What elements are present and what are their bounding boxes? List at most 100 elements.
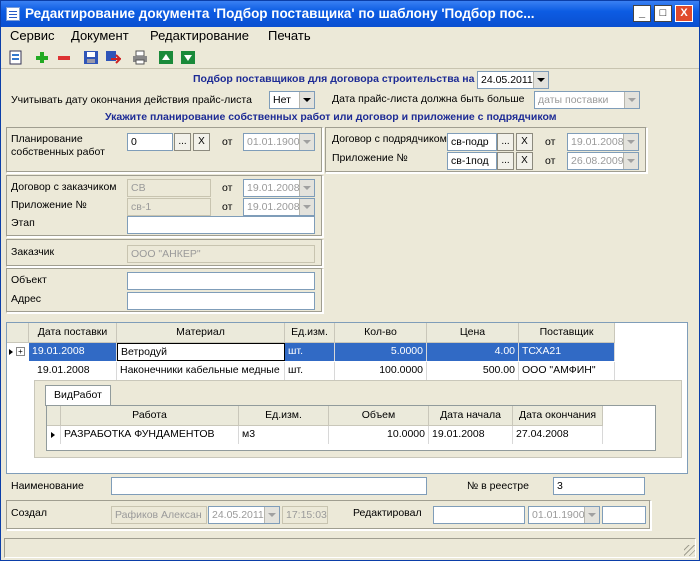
remove-icon[interactable] bbox=[56, 50, 72, 65]
stage-label: Этап bbox=[11, 217, 35, 229]
pricelist-date-select[interactable]: даты поставки bbox=[534, 91, 640, 109]
subgrid-header-work[interactable]: Работа bbox=[61, 406, 239, 426]
work-types-grid: Работа Ед.изм. Объем Дата начала Дата ок… bbox=[46, 405, 656, 451]
planning-browse-button[interactable]: ... bbox=[174, 133, 191, 151]
tab-work-types[interactable]: ВидРабот bbox=[45, 385, 111, 406]
subrow-pointer bbox=[47, 426, 61, 444]
subcell-unit[interactable]: м3 bbox=[239, 426, 329, 444]
contractor-appendix-clear-button[interactable]: X bbox=[516, 152, 533, 170]
cell-supplier[interactable]: ТСХА21 bbox=[519, 343, 615, 361]
grid-header-price[interactable]: Цена bbox=[427, 323, 519, 343]
grid-header-supplier[interactable]: Поставщик bbox=[519, 323, 615, 343]
chevron-down-icon bbox=[299, 134, 314, 150]
grid-header-qty[interactable]: Кол-во bbox=[335, 323, 427, 343]
planning-label-2: собственных работ bbox=[11, 146, 105, 158]
customer-appendix-date-select[interactable]: 19.01.2008 bbox=[243, 198, 315, 216]
contractor-contract-input[interactable]: св-подр bbox=[447, 133, 497, 151]
cell-date[interactable]: 19.01.2008 bbox=[29, 343, 117, 361]
customer-contract-date-select[interactable]: 19.01.2008 bbox=[243, 179, 315, 197]
chevron-down-icon bbox=[264, 507, 279, 523]
contractor-contract-from-label: от bbox=[545, 136, 556, 148]
registry-input[interactable]: 3 bbox=[553, 477, 645, 495]
header-title: Подбор поставщиков для договора строител… bbox=[193, 73, 475, 85]
maximize-button[interactable]: □ bbox=[654, 5, 672, 22]
edited-time-input[interactable] bbox=[602, 506, 646, 524]
grid-header-material[interactable]: Материал bbox=[117, 323, 285, 343]
cell-price[interactable]: 4.00 bbox=[427, 343, 519, 361]
resize-grip-icon[interactable] bbox=[684, 545, 695, 556]
subgrid-header-start[interactable]: Дата начала bbox=[429, 406, 513, 426]
chevron-down-icon bbox=[299, 92, 314, 108]
subgrid-header-volume[interactable]: Объем bbox=[329, 406, 429, 426]
add-icon[interactable] bbox=[34, 50, 50, 65]
cell-unit[interactable]: шт. bbox=[285, 362, 335, 380]
subgrid-header-end[interactable]: Дата окончания bbox=[513, 406, 603, 426]
contractor-appendix-date-select[interactable]: 26.08.2009 bbox=[567, 152, 639, 170]
planning-date-select[interactable]: 01.01.1900 bbox=[243, 133, 315, 151]
customer-contract-from-label: от bbox=[222, 182, 233, 194]
address-input[interactable] bbox=[127, 292, 315, 310]
title-bar: Редактирование документа 'Подбор поставщ… bbox=[1, 1, 699, 27]
cell-material[interactable]: Наконечники кабельные медные bbox=[117, 362, 285, 380]
grid-header-unit[interactable]: Ед.изм. bbox=[285, 323, 335, 343]
new-doc-icon[interactable] bbox=[8, 50, 24, 65]
contractor-appendix-label: Приложение № bbox=[332, 152, 408, 164]
cell-material[interactable]: Ветродуй bbox=[117, 343, 285, 361]
document-icon bbox=[6, 7, 20, 21]
expand-icon[interactable]: + bbox=[16, 347, 25, 356]
close-button[interactable]: X bbox=[675, 5, 693, 22]
row-pointer-icon bbox=[9, 349, 13, 355]
customer-contract-input[interactable]: СВ bbox=[127, 179, 211, 197]
contractor-appendix-date-value: 26.08.2009 bbox=[571, 155, 624, 167]
planning-label-1: Планирование bbox=[11, 133, 83, 145]
contractor-appendix-input[interactable]: св-1под bbox=[447, 152, 497, 170]
contractor-contract-clear-button[interactable]: X bbox=[516, 133, 533, 151]
created-time-input[interactable]: 17:15:03 bbox=[282, 506, 328, 524]
subcell-start[interactable]: 19.01.2008 bbox=[429, 426, 513, 444]
move-up-icon[interactable] bbox=[158, 50, 174, 65]
stage-input[interactable] bbox=[127, 216, 315, 234]
cell-unit[interactable]: шт. bbox=[285, 343, 335, 361]
menu-document[interactable]: Документ bbox=[71, 28, 129, 43]
subgrid-header-unit[interactable]: Ед.изм. bbox=[239, 406, 329, 426]
row-expander[interactable]: + bbox=[7, 343, 29, 361]
pricelist-value: Нет bbox=[273, 94, 291, 106]
cell-date[interactable]: 19.01.2008 bbox=[29, 362, 117, 380]
move-down-icon[interactable] bbox=[180, 50, 196, 65]
cell-qty[interactable]: 100.0000 bbox=[335, 362, 427, 380]
contractor-contract-date-select[interactable]: 19.01.2008 bbox=[567, 133, 639, 151]
print-icon[interactable] bbox=[132, 50, 148, 65]
edited-date-value: 01.01.1900 bbox=[532, 509, 585, 521]
menu-service[interactable]: Сервис bbox=[10, 28, 55, 43]
customer-input[interactable]: ООО "АНКЕР" bbox=[127, 245, 315, 263]
subcell-volume[interactable]: 10.0000 bbox=[329, 426, 429, 444]
minimize-button[interactable]: _ bbox=[633, 5, 651, 22]
created-date-select[interactable]: 24.05.2011 bbox=[208, 506, 280, 524]
cell-price[interactable]: 500.00 bbox=[427, 362, 519, 380]
subcell-end[interactable]: 27.04.2008 bbox=[513, 426, 603, 444]
contractor-contract-browse-button[interactable]: ... bbox=[497, 133, 514, 151]
grid-header-date[interactable]: Дата поставки bbox=[29, 323, 117, 343]
pricelist-date-value: даты поставки bbox=[538, 94, 609, 106]
name-input[interactable] bbox=[111, 477, 427, 495]
edited-date-select[interactable]: 01.01.1900 bbox=[528, 506, 600, 524]
save-icon[interactable] bbox=[83, 50, 99, 65]
object-input[interactable] bbox=[127, 272, 315, 290]
save-close-icon[interactable] bbox=[105, 50, 121, 65]
header-date-select[interactable]: 24.05.2011 bbox=[477, 71, 549, 89]
menu-edit[interactable]: Редактирование bbox=[150, 28, 249, 43]
contractor-appendix-browse-button[interactable]: ... bbox=[497, 152, 514, 170]
cell-supplier[interactable]: ООО "АМФИН" bbox=[519, 362, 615, 380]
menu-print[interactable]: Печать bbox=[268, 28, 311, 43]
name-label: Наименование bbox=[11, 480, 84, 492]
chevron-down-icon bbox=[623, 153, 638, 169]
subcell-work[interactable]: РАЗРАБОТКА ФУНДАМЕНТОВ bbox=[61, 426, 239, 444]
pricelist-select[interactable]: Нет bbox=[269, 91, 315, 109]
cell-qty[interactable]: 5.0000 bbox=[335, 343, 427, 361]
customer-appendix-input[interactable]: св-1 bbox=[127, 198, 211, 216]
edited-by-input[interactable] bbox=[433, 506, 525, 524]
created-by-input[interactable]: Рафиков Алексан bbox=[111, 506, 207, 524]
planning-input[interactable]: 0 bbox=[127, 133, 173, 151]
row-pointer-icon bbox=[51, 432, 55, 438]
planning-clear-button[interactable]: X bbox=[193, 133, 210, 151]
